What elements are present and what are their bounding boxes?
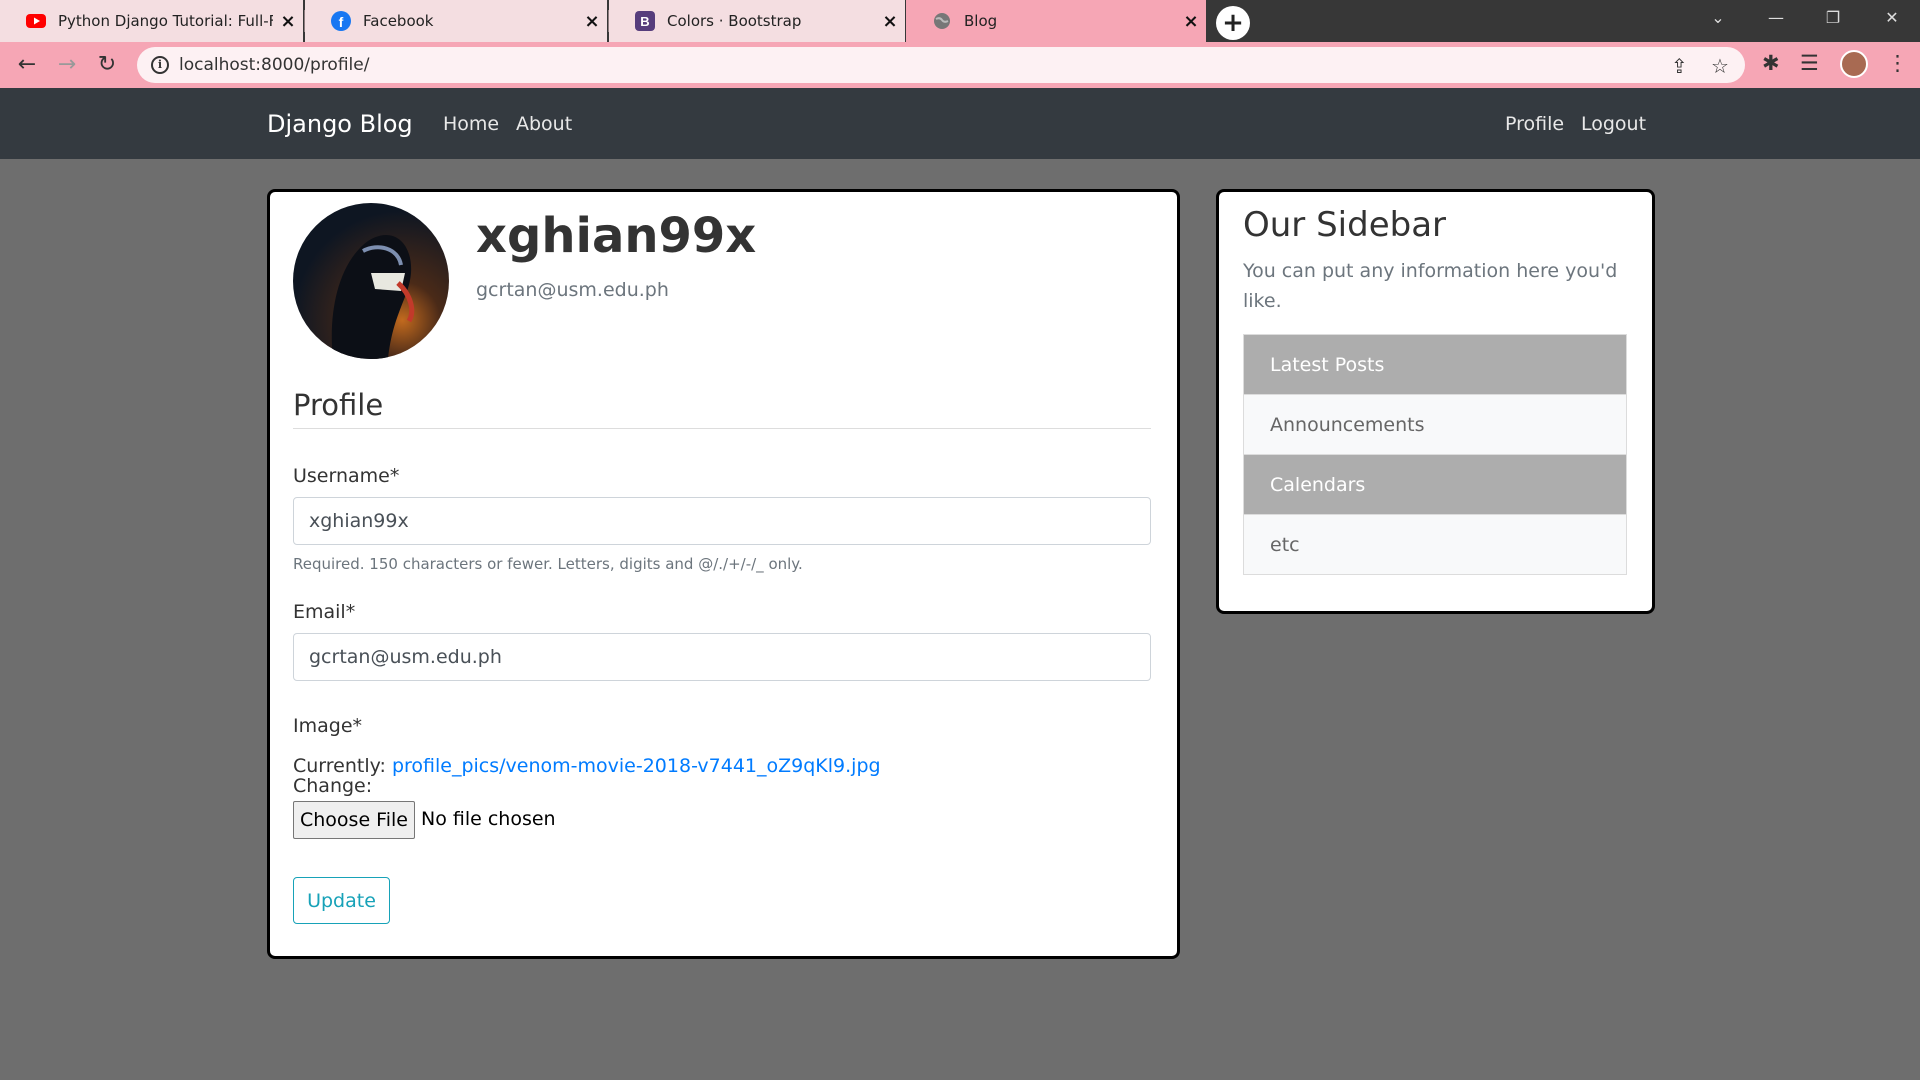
- tab-facebook[interactable]: f Facebook ×: [305, 0, 607, 42]
- sidebar-title: Our Sidebar: [1243, 205, 1447, 245]
- profile-card: xghian99x gcrtan@usm.edu.ph Profile User…: [267, 189, 1180, 959]
- facebook-icon: f: [331, 11, 351, 31]
- browser-toolbar: ← → ↻ i localhost:8000/profile/ ⇪ ☆ ✱ ☰ …: [0, 42, 1920, 88]
- extensions-icon[interactable]: ✱: [1762, 51, 1780, 75]
- image-label: Image*: [293, 715, 363, 737]
- restore-icon[interactable]: ❐: [1821, 8, 1845, 27]
- site-navbar: Django Blog Home About Profile Logout: [0, 88, 1920, 159]
- nav-home[interactable]: Home: [443, 113, 499, 135]
- svg-text:f: f: [339, 14, 344, 30]
- username-field[interactable]: [293, 497, 1151, 545]
- username-help-text: Required. 150 characters or fewer. Lette…: [293, 555, 803, 573]
- username-label: Username*: [293, 465, 400, 487]
- bootstrap-icon: B: [635, 11, 655, 31]
- update-button[interactable]: Update: [293, 877, 390, 924]
- minimize-icon[interactable]: —: [1764, 8, 1788, 27]
- email-field[interactable]: [293, 633, 1151, 681]
- choose-file-button[interactable]: Choose File: [293, 801, 415, 839]
- profile-avatar: [293, 203, 449, 359]
- change-label: Change:: [293, 775, 373, 797]
- browser-tab-strip: Python Django Tutorial: Full-Featured × …: [0, 0, 1920, 42]
- sidebar-list: Latest Posts Announcements Calendars etc: [1243, 334, 1627, 575]
- form-legend: Profile: [293, 388, 384, 422]
- new-tab-button[interactable]: +: [1216, 6, 1250, 40]
- web-page: Django Blog Home About Profile Logout xg…: [0, 88, 1920, 1080]
- email-label: Email*: [293, 601, 356, 623]
- tab-title: Facebook: [363, 12, 434, 30]
- tab-blog[interactable]: Blog ×: [906, 0, 1206, 42]
- site-brand[interactable]: Django Blog: [267, 110, 413, 138]
- tab-bootstrap[interactable]: B Colors · Bootstrap ×: [609, 0, 905, 42]
- nav-profile[interactable]: Profile: [1505, 113, 1564, 135]
- legend-divider: [293, 428, 1151, 429]
- nav-logout[interactable]: Logout: [1581, 113, 1646, 135]
- sidebar-item-announcements[interactable]: Announcements: [1243, 394, 1627, 455]
- close-tab-icon[interactable]: ×: [273, 11, 303, 32]
- current-image-row: Currently: profile_pics/venom-movie-2018…: [293, 755, 881, 777]
- site-info-icon[interactable]: i: [151, 56, 169, 74]
- reading-list-icon[interactable]: ☰: [1800, 51, 1819, 75]
- tab-youtube[interactable]: Python Django Tutorial: Full-Featured ×: [0, 0, 303, 42]
- forward-icon[interactable]: →: [54, 52, 80, 78]
- tab-search-icon[interactable]: ⌄: [1706, 8, 1730, 27]
- no-file-text: No file chosen: [421, 808, 556, 830]
- bookmark-star-icon[interactable]: ☆: [1711, 54, 1729, 78]
- share-icon[interactable]: ⇪: [1671, 54, 1688, 78]
- sidebar-item-calendars[interactable]: Calendars: [1243, 454, 1627, 515]
- sidebar-item-etc[interactable]: etc: [1243, 514, 1627, 575]
- profile-avatar-icon[interactable]: [1840, 50, 1868, 78]
- close-window-icon[interactable]: ✕: [1880, 8, 1904, 27]
- close-tab-icon[interactable]: ×: [1176, 11, 1206, 32]
- tab-title: Python Django Tutorial: Full-Featured: [58, 12, 273, 30]
- profile-username-heading: xghian99x: [476, 208, 757, 264]
- menu-icon[interactable]: ⋮: [1887, 51, 1908, 75]
- globe-icon: [932, 11, 952, 31]
- address-bar[interactable]: i localhost:8000/profile/ ⇪ ☆: [137, 47, 1745, 83]
- tab-title: Colors · Bootstrap: [667, 12, 802, 30]
- reload-icon[interactable]: ↻: [94, 52, 120, 78]
- youtube-icon: [26, 11, 46, 31]
- sidebar-card: Our Sidebar You can put any information …: [1216, 189, 1655, 614]
- svg-text:B: B: [640, 14, 649, 29]
- close-tab-icon[interactable]: ×: [875, 11, 905, 32]
- url-text: localhost:8000/profile/: [179, 55, 370, 75]
- tab-title: Blog: [964, 12, 998, 30]
- back-icon[interactable]: ←: [14, 52, 40, 78]
- current-image-link[interactable]: profile_pics/venom-movie-2018-v7441_oZ9q…: [392, 755, 881, 777]
- currently-label: Currently:: [293, 755, 386, 777]
- profile-email: gcrtan@usm.edu.ph: [476, 279, 669, 301]
- close-tab-icon[interactable]: ×: [577, 11, 607, 32]
- sidebar-text: You can put any information here you'd l…: [1243, 260, 1618, 312]
- sidebar-item-latest-posts[interactable]: Latest Posts: [1243, 334, 1627, 395]
- nav-about[interactable]: About: [516, 113, 572, 135]
